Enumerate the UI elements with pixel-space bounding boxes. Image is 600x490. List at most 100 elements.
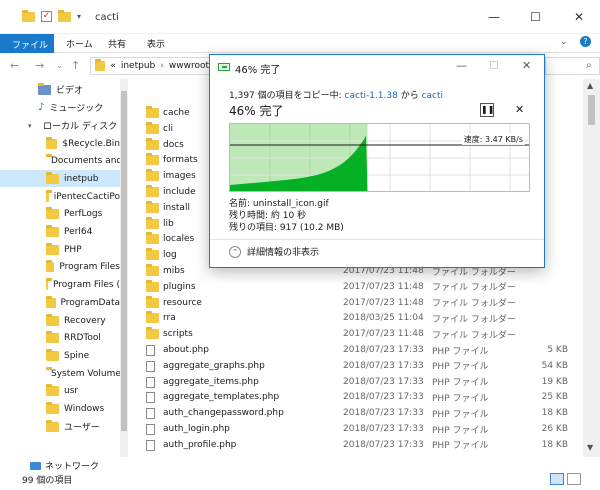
new-folder-icon[interactable] — [58, 9, 71, 22]
dialog-close-button[interactable]: ✕ — [522, 59, 531, 72]
help-icon[interactable]: ? — [580, 36, 591, 47]
file-name: plugins — [163, 281, 196, 292]
folder-icon — [46, 242, 59, 255]
details-toggle[interactable]: ⌃ 詳細情報の非表示 — [229, 245, 319, 258]
folder-icon — [46, 224, 59, 237]
tab-home[interactable]: ホーム — [66, 37, 93, 50]
file-name: log — [163, 250, 177, 261]
file-icon — [146, 376, 155, 388]
recent-dropdown-icon[interactable]: ⌄ — [56, 61, 63, 70]
folder-icon — [46, 189, 52, 202]
dialog-title: 46% 完了 — [235, 65, 281, 76]
folder-icon — [46, 401, 59, 414]
sidebar-item[interactable]: $Recycle.Bin — [0, 135, 120, 152]
file-size: 26 KB — [541, 424, 568, 434]
pause-button[interactable]: ❚❚ — [480, 103, 494, 117]
sidebar-item[interactable]: Program Files ( — [0, 276, 120, 293]
folder-icon — [146, 153, 159, 166]
sidebar-item[interactable]: Program Files — [0, 258, 120, 275]
file-name: lib — [163, 218, 174, 229]
sidebar-scroll-thumb[interactable] — [121, 91, 127, 431]
close-button[interactable]: ✕ — [574, 10, 584, 24]
file-type: ファイル フォルダー — [432, 299, 516, 310]
sidebar-item-network[interactable]: ネットワーク — [30, 459, 99, 472]
dialog-minimize-button[interactable]: — — [456, 59, 467, 72]
table-row[interactable]: scripts 2017/07/23 11:48 ファイル フォルダー — [138, 326, 578, 342]
expand-chevron-icon[interactable]: ▾ — [28, 122, 32, 130]
maximize-button[interactable]: ☐ — [530, 10, 541, 24]
file-name: cli — [163, 123, 173, 134]
properties-icon[interactable]: ✓ — [41, 11, 52, 22]
table-row[interactable]: auth_profile.php 2018/07/23 17:33 PHP ファイル… — [138, 437, 578, 453]
address-field[interactable]: « inetpub › wwwroot — [90, 57, 210, 75]
filelist-scroll-thumb[interactable] — [588, 95, 595, 125]
tab-view[interactable]: 表示 — [147, 37, 165, 50]
folder-icon — [146, 311, 159, 324]
table-row[interactable]: plugins 2017/07/23 11:48 ファイル フォルダー — [138, 279, 578, 295]
table-row[interactable]: aggregate_templates.php 2018/07/23 17:33 P… — [138, 389, 578, 405]
sidebar-item[interactable]: inetpub — [0, 170, 120, 187]
sidebar-item[interactable]: Perl64 — [0, 223, 120, 240]
forward-icon[interactable]: → — [35, 59, 44, 72]
sidebar-item[interactable]: Documents and — [0, 152, 120, 169]
address-segment-inetpub[interactable]: inetpub — [121, 61, 155, 71]
folder-icon — [46, 419, 59, 432]
file-size: 5 KB — [547, 345, 568, 355]
sidebar-item[interactable]: usr — [0, 382, 120, 399]
source-folder-link[interactable]: cacti-1.1.38 — [345, 91, 398, 101]
file-icon — [146, 439, 155, 451]
details-toggle-label: 詳細情報の非表示 — [247, 248, 320, 258]
file-name: formats — [163, 155, 198, 166]
sidebar-item[interactable]: Recovery — [0, 312, 120, 329]
search-input[interactable]: ⌕ — [545, 57, 600, 75]
file-size: 54 KB — [541, 360, 568, 371]
tab-share[interactable]: 共有 — [108, 37, 126, 50]
ribbon-expand-icon[interactable]: ⌄ — [560, 37, 568, 47]
minimize-button[interactable]: — — [488, 10, 500, 24]
large-icons-view-button[interactable] — [567, 473, 581, 485]
file-name: images — [163, 171, 196, 182]
folder-icon — [146, 264, 159, 276]
sidebar-item[interactable]: PHP — [0, 241, 120, 258]
qa-dropdown-icon[interactable]: ▾ — [77, 12, 81, 21]
scroll-up-icon[interactable]: ▲ — [587, 81, 593, 90]
file-type: ファイル フォルダー — [432, 314, 516, 325]
sidebar-item[interactable]: ProgramData — [0, 294, 120, 311]
filelist-scrollbar[interactable]: ▲ ▼ — [583, 79, 600, 457]
table-row[interactable]: auth_login.php 2018/07/23 17:33 PHP ファイル 26… — [138, 421, 578, 437]
table-row[interactable]: resource 2017/07/23 11:48 ファイル フォルダー — [138, 295, 578, 311]
up-icon[interactable]: ↑ — [71, 59, 80, 72]
cancel-icon[interactable]: ✕ — [515, 103, 524, 116]
table-row[interactable]: rra 2018/03/25 11:04 ファイル フォルダー — [138, 310, 578, 326]
sidebar-item[interactable]: Spine — [0, 347, 120, 364]
view-switcher — [550, 473, 581, 485]
destination-folder-link[interactable]: cacti — [422, 91, 443, 101]
table-row[interactable]: auth_changepassword.php 2018/07/23 17:33 P… — [138, 405, 578, 421]
scroll-down-icon[interactable]: ▼ — [587, 443, 593, 452]
table-row[interactable]: aggregate_items.php 2018/07/23 17:33 PHP フ… — [138, 374, 578, 390]
dialog-maximize-button[interactable]: ☐ — [489, 59, 499, 72]
address-overflow[interactable]: « — [110, 61, 116, 71]
address-segment-wwwroot[interactable]: wwwroot — [169, 61, 209, 71]
sidebar-scrollbar[interactable] — [120, 79, 128, 457]
sidebar-item[interactable]: RRDTool — [0, 329, 120, 346]
sidebar-item[interactable]: System Volume — [0, 365, 120, 382]
sidebar-item[interactable]: ビデオ — [0, 81, 120, 98]
copy-source-line: 1,397 個の項目をコピー中: cacti-1.1.38 から cacti — [229, 88, 443, 101]
sidebar-item[interactable]: ユーザー — [0, 418, 120, 435]
sidebar-item[interactable]: Windows — [0, 400, 120, 417]
sidebar-item[interactable]: iPentecCactiPo — [0, 188, 120, 205]
chevron-right-icon[interactable]: › — [160, 61, 164, 71]
sidebar-item[interactable]: PerfLogs — [0, 205, 120, 222]
sidebar-item[interactable]: ♪ ミュージック — [0, 99, 120, 116]
sidebar-item[interactable]: ▾ ローカル ディスク (C — [0, 117, 120, 134]
tab-file[interactable]: ファイル — [0, 34, 54, 53]
details-view-button[interactable] — [550, 473, 564, 485]
table-row[interactable]: about.php 2018/07/23 17:33 PHP ファイル 5 KB — [138, 342, 578, 358]
file-name: mibs — [163, 266, 185, 276]
folder-icon — [46, 206, 59, 219]
file-date: 2018/07/23 17:33 — [343, 392, 424, 403]
table-row[interactable]: aggregate_graphs.php 2018/07/23 17:33 PHP … — [138, 358, 578, 374]
back-icon[interactable]: ← — [10, 59, 19, 72]
file-icon — [146, 408, 155, 420]
